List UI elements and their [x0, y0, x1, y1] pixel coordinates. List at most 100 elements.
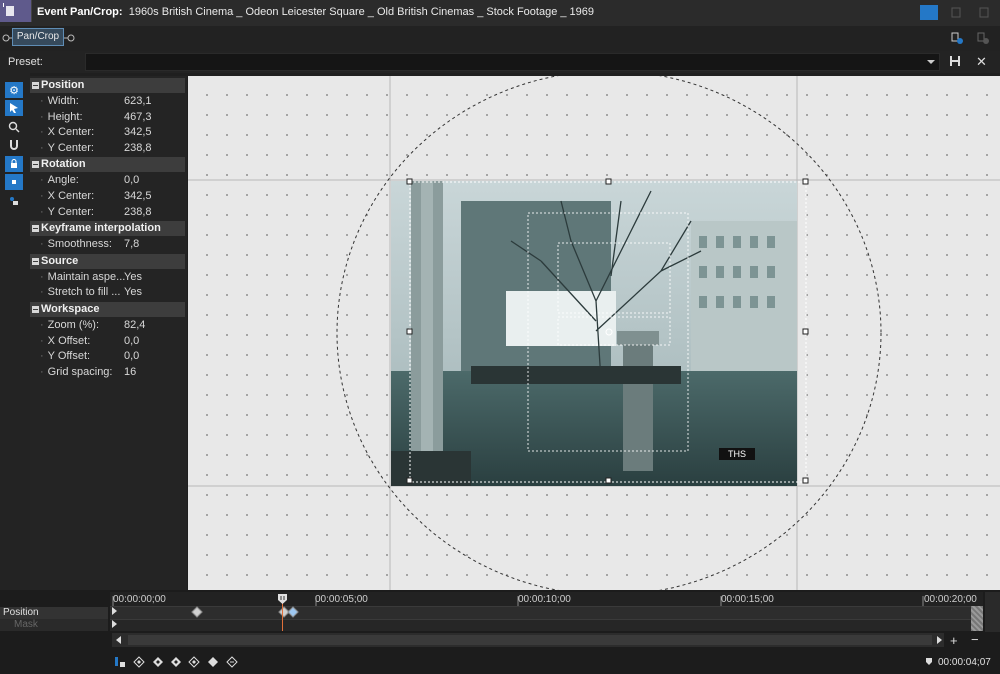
restore-icon[interactable]	[947, 5, 965, 20]
property-label: Zoom (%):	[40, 318, 99, 333]
timeline-end-marker	[971, 606, 983, 631]
lock-glyph	[11, 159, 17, 168]
property-value[interactable]: 82,4	[124, 318, 145, 333]
prev-keyframe-icon[interactable]	[152, 656, 164, 668]
scroll-right-icon[interactable]	[935, 636, 943, 644]
maximize-glyph	[979, 7, 989, 18]
center-handle[interactable]	[605, 328, 613, 336]
property-value[interactable]: Yes	[124, 270, 142, 285]
f-glyph-bar	[557, 316, 671, 346]
handle-right[interactable]	[802, 328, 809, 335]
delete-preset-icon[interactable]: ✕	[976, 54, 987, 70]
property-label: Y Center:	[40, 141, 94, 156]
property-row[interactable]: Maintain aspe...Yes	[30, 270, 185, 285]
property-row[interactable]: Y Center: 238,8	[30, 141, 185, 156]
layout-toggle-icon[interactable]	[920, 5, 938, 20]
property-label: Y Offset:	[40, 349, 90, 364]
plugin-chooser-icon[interactable]	[950, 31, 964, 48]
property-row[interactable]: Height: 467,3	[30, 110, 185, 125]
property-row[interactable]: Stretch to fill ...Yes	[30, 285, 185, 300]
property-value[interactable]: 0,0	[124, 349, 139, 364]
property-value[interactable]: 0,0	[124, 173, 139, 188]
handle-top-right[interactable]	[802, 178, 809, 185]
zoom-icon[interactable]	[5, 119, 23, 135]
track-label-mask: Mask	[0, 619, 108, 631]
first-keyframe-icon[interactable]	[133, 656, 145, 668]
magnet-glyph	[10, 140, 18, 150]
delete-keyframe-icon[interactable]	[226, 656, 238, 668]
handle-left[interactable]	[406, 328, 413, 335]
cursor-time-icon	[926, 658, 932, 665]
property-value[interactable]: 16	[124, 365, 136, 380]
crop-overlay[interactable]	[380, 175, 820, 495]
mask-track[interactable]	[110, 619, 983, 631]
property-label: X Offset:	[40, 334, 91, 349]
section-header[interactable]: Rotation	[30, 157, 185, 173]
property-value[interactable]: 342,5	[124, 189, 152, 204]
pan-crop-chip[interactable]: Pan/Crop	[12, 28, 64, 46]
section-header[interactable]: Workspace	[30, 302, 185, 317]
app-icon[interactable]	[0, 0, 32, 22]
handle-bottom-right[interactable]	[802, 477, 809, 484]
property-row[interactable]: Y Offset: 0,0	[30, 349, 185, 364]
gear-icon[interactable]: ⚙	[5, 82, 23, 98]
handle-top[interactable]	[605, 178, 612, 185]
magnet-icon[interactable]	[5, 137, 23, 153]
vertical-scrollbar[interactable]	[985, 592, 1000, 632]
handle-top-left[interactable]	[406, 178, 413, 185]
next-keyframe-icon[interactable]	[170, 656, 182, 668]
playhead-handle-icon[interactable]	[277, 593, 289, 605]
track-label-position[interactable]: Position	[0, 607, 108, 619]
property-row[interactable]: Grid spacing: 16	[30, 365, 185, 380]
property-value[interactable]: 238,8	[124, 205, 152, 220]
position-track[interactable]	[110, 606, 983, 619]
property-row[interactable]: X Center: 342,5	[30, 189, 185, 204]
section-header[interactable]: Keyframe interpolation	[30, 221, 185, 237]
delete-kf-glyph	[226, 656, 238, 668]
sync-glyph	[115, 657, 125, 667]
property-value[interactable]: 623,1	[124, 94, 152, 109]
section-header[interactable]: Source	[30, 253, 185, 269]
maximize-icon[interactable]	[975, 5, 993, 20]
preset-label: Preset:	[8, 56, 43, 68]
remove-effect-icon[interactable]	[976, 31, 990, 48]
preset-dropdown[interactable]	[85, 53, 940, 71]
property-row[interactable]: X Center: 342,5	[30, 125, 185, 140]
title-prefix: Event Pan/Crop:	[37, 6, 123, 18]
property-label: Y Center:	[40, 205, 94, 220]
property-row[interactable]: Zoom (%): 82,4	[30, 318, 185, 333]
property-row[interactable]: Smoothness: 7,8	[30, 237, 185, 252]
property-row[interactable]: Width: 623,1	[30, 94, 185, 109]
property-value[interactable]: Yes	[124, 285, 142, 300]
scroll-left-icon[interactable]	[115, 636, 123, 644]
property-value[interactable]: 7,8	[124, 237, 139, 252]
scrollbar-thumb[interactable]	[128, 635, 932, 645]
zoom-in-icon[interactable]: +	[950, 633, 958, 648]
lock-icon[interactable]	[5, 156, 23, 172]
property-label: Maintain aspe...	[40, 270, 126, 285]
section-header[interactable]: Position	[30, 78, 185, 93]
tick-10: 00:00:10;00	[518, 594, 571, 605]
magnifier-glyph	[8, 121, 20, 133]
select-arrow-icon[interactable]	[5, 100, 23, 116]
lock-small-icon[interactable]	[5, 193, 23, 209]
sync-cursor-icon[interactable]	[114, 656, 126, 668]
save-preset-icon[interactable]	[949, 55, 961, 70]
crop-rectangle[interactable]	[409, 181, 807, 483]
property-row[interactable]: Y Center: 238,8	[30, 205, 185, 220]
property-row[interactable]: X Offset: 0,0	[30, 334, 185, 349]
handle-bottom[interactable]	[605, 477, 612, 484]
property-value[interactable]: 238,8	[124, 141, 152, 156]
last-keyframe-icon[interactable]	[188, 656, 200, 668]
property-row[interactable]: Angle: 0,0	[30, 173, 185, 188]
property-value[interactable]: 342,5	[124, 125, 152, 140]
property-label: Smoothness:	[40, 237, 112, 252]
handle-bottom-left[interactable]	[406, 477, 413, 484]
property-value[interactable]: 0,0	[124, 334, 139, 349]
zoom-out-icon[interactable]: −	[971, 632, 979, 647]
add-keyframe-icon[interactable]	[207, 656, 219, 668]
move-icon[interactable]	[5, 174, 23, 190]
lock-small-glyph	[10, 197, 18, 205]
property-value[interactable]: 467,3	[124, 110, 152, 125]
property-label: X Center:	[40, 125, 94, 140]
